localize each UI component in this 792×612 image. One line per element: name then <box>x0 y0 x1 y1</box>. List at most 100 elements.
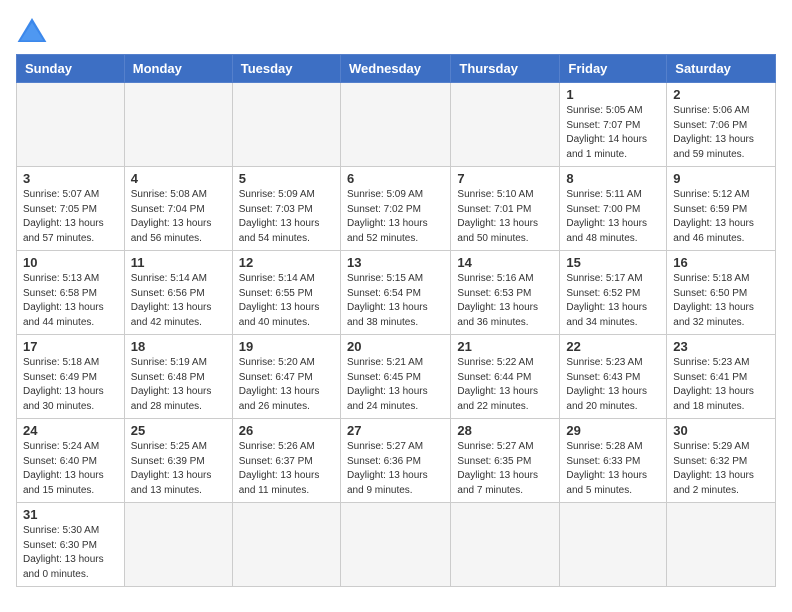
calendar-day-cell: 7 Sunrise: 5:10 AM Sunset: 7:01 PM Daylig… <box>451 167 560 251</box>
day-number: 29 <box>566 423 660 438</box>
day-info: Sunrise: 5:22 AM Sunset: 6:44 PM Dayligh… <box>457 356 553 414</box>
calendar-day-cell: 25Sunrise: 5:25 AM Sunset: 6:39 PM Dayli… <box>124 419 232 503</box>
calendar-day-cell: 27 Sunrise: 5:27 AM Sunset: 6:36 PM Dayli… <box>340 419 450 503</box>
day-info: Sunrise: 5:25 AM Sunset: 6:39 PM Dayligh… <box>131 440 226 498</box>
calendar-day-cell: 29Sunrise: 5:28 AM Sunset: 6:33 PM Dayli… <box>560 419 667 503</box>
weekday-header-sunday: Sunday <box>17 55 125 83</box>
calendar-day-cell: 31Sunrise: 5:30 AM Sunset: 6:30 PM Dayli… <box>17 503 125 587</box>
calendar-day-cell: 20 Sunrise: 5:21 AM Sunset: 6:45 PM Dayli… <box>340 335 450 419</box>
calendar-day-cell: 3Sunrise: 5:07 AM Sunset: 7:05 PM Daylig… <box>17 167 125 251</box>
day-info: Sunrise: 5:10 AM Sunset: 7:01 PM Dayligh… <box>457 188 553 246</box>
calendar-week-row: 24 Sunrise: 5:24 AM Sunset: 6:40 PM Dayli… <box>17 419 776 503</box>
day-number: 30 <box>673 423 769 438</box>
day-number: 7 <box>457 171 553 186</box>
day-number: 11 <box>131 255 226 270</box>
calendar-day-cell: 30 Sunrise: 5:29 AM Sunset: 6:32 PM Dayli… <box>667 419 776 503</box>
calendar-day-cell: 28 Sunrise: 5:27 AM Sunset: 6:35 PM Dayli… <box>451 419 560 503</box>
day-number: 17 <box>23 339 118 354</box>
day-number: 13 <box>347 255 444 270</box>
calendar-day-cell: 18Sunrise: 5:19 AM Sunset: 6:48 PM Dayli… <box>124 335 232 419</box>
calendar-day-cell <box>124 83 232 167</box>
day-number: 24 <box>23 423 118 438</box>
day-number: 2 <box>673 87 769 102</box>
day-number: 15 <box>566 255 660 270</box>
logo <box>16 16 52 44</box>
calendar-day-cell: 16 Sunrise: 5:18 AM Sunset: 6:50 PM Dayli… <box>667 251 776 335</box>
calendar-day-cell <box>667 503 776 587</box>
calendar-week-row: 31Sunrise: 5:30 AM Sunset: 6:30 PM Dayli… <box>17 503 776 587</box>
day-info: Sunrise: 5:05 AM Sunset: 7:07 PM Dayligh… <box>566 104 660 162</box>
weekday-header-row: SundayMondayTuesdayWednesdayThursdayFrid… <box>17 55 776 83</box>
calendar-day-cell <box>17 83 125 167</box>
day-info: Sunrise: 5:13 AM Sunset: 6:58 PM Dayligh… <box>23 272 118 330</box>
day-info: Sunrise: 5:21 AM Sunset: 6:45 PM Dayligh… <box>347 356 444 414</box>
calendar-week-row: 1 Sunrise: 5:05 AM Sunset: 7:07 PM Daylig… <box>17 83 776 167</box>
day-number: 8 <box>566 171 660 186</box>
day-info: Sunrise: 5:18 AM Sunset: 6:50 PM Dayligh… <box>673 272 769 330</box>
day-info: Sunrise: 5:24 AM Sunset: 6:40 PM Dayligh… <box>23 440 118 498</box>
day-info: Sunrise: 5:09 AM Sunset: 7:03 PM Dayligh… <box>239 188 334 246</box>
weekday-header-saturday: Saturday <box>667 55 776 83</box>
day-info: Sunrise: 5:14 AM Sunset: 6:55 PM Dayligh… <box>239 272 334 330</box>
calendar-day-cell: 15 Sunrise: 5:17 AM Sunset: 6:52 PM Dayli… <box>560 251 667 335</box>
day-number: 20 <box>347 339 444 354</box>
day-number: 27 <box>347 423 444 438</box>
day-info: Sunrise: 5:16 AM Sunset: 6:53 PM Dayligh… <box>457 272 553 330</box>
calendar-day-cell: 4 Sunrise: 5:08 AM Sunset: 7:04 PM Daylig… <box>124 167 232 251</box>
day-info: Sunrise: 5:17 AM Sunset: 6:52 PM Dayligh… <box>566 272 660 330</box>
day-number: 21 <box>457 339 553 354</box>
calendar-day-cell: 1 Sunrise: 5:05 AM Sunset: 7:07 PM Daylig… <box>560 83 667 167</box>
calendar-day-cell <box>232 503 340 587</box>
day-number: 28 <box>457 423 553 438</box>
day-info: Sunrise: 5:27 AM Sunset: 6:36 PM Dayligh… <box>347 440 444 498</box>
weekday-header-monday: Monday <box>124 55 232 83</box>
day-number: 5 <box>239 171 334 186</box>
day-info: Sunrise: 5:18 AM Sunset: 6:49 PM Dayligh… <box>23 356 118 414</box>
day-info: Sunrise: 5:29 AM Sunset: 6:32 PM Dayligh… <box>673 440 769 498</box>
calendar-day-cell: 22 Sunrise: 5:23 AM Sunset: 6:43 PM Dayli… <box>560 335 667 419</box>
day-number: 3 <box>23 171 118 186</box>
calendar-day-cell <box>451 503 560 587</box>
day-number: 19 <box>239 339 334 354</box>
day-number: 12 <box>239 255 334 270</box>
calendar-day-cell: 14Sunrise: 5:16 AM Sunset: 6:53 PM Dayli… <box>451 251 560 335</box>
weekday-header-friday: Friday <box>560 55 667 83</box>
day-info: Sunrise: 5:09 AM Sunset: 7:02 PM Dayligh… <box>347 188 444 246</box>
day-number: 16 <box>673 255 769 270</box>
weekday-header-wednesday: Wednesday <box>340 55 450 83</box>
calendar-day-cell: 17 Sunrise: 5:18 AM Sunset: 6:49 PM Dayli… <box>17 335 125 419</box>
day-info: Sunrise: 5:20 AM Sunset: 6:47 PM Dayligh… <box>239 356 334 414</box>
day-number: 22 <box>566 339 660 354</box>
day-info: Sunrise: 5:23 AM Sunset: 6:41 PM Dayligh… <box>673 356 769 414</box>
calendar-day-cell: 8 Sunrise: 5:11 AM Sunset: 7:00 PM Daylig… <box>560 167 667 251</box>
day-number: 6 <box>347 171 444 186</box>
calendar-day-cell: 12 Sunrise: 5:14 AM Sunset: 6:55 PM Dayli… <box>232 251 340 335</box>
calendar-day-cell <box>560 503 667 587</box>
calendar-week-row: 3Sunrise: 5:07 AM Sunset: 7:05 PM Daylig… <box>17 167 776 251</box>
day-info: Sunrise: 5:23 AM Sunset: 6:43 PM Dayligh… <box>566 356 660 414</box>
calendar-day-cell: 6 Sunrise: 5:09 AM Sunset: 7:02 PM Daylig… <box>340 167 450 251</box>
day-info: Sunrise: 5:11 AM Sunset: 7:00 PM Dayligh… <box>566 188 660 246</box>
calendar-week-row: 10 Sunrise: 5:13 AM Sunset: 6:58 PM Dayli… <box>17 251 776 335</box>
calendar-day-cell <box>232 83 340 167</box>
calendar-day-cell <box>340 83 450 167</box>
calendar-day-cell: 26Sunrise: 5:26 AM Sunset: 6:37 PM Dayli… <box>232 419 340 503</box>
weekday-header-thursday: Thursday <box>451 55 560 83</box>
calendar-table: SundayMondayTuesdayWednesdayThursdayFrid… <box>16 54 776 587</box>
day-number: 31 <box>23 507 118 522</box>
day-number: 1 <box>566 87 660 102</box>
day-number: 9 <box>673 171 769 186</box>
weekday-header-tuesday: Tuesday <box>232 55 340 83</box>
calendar-day-cell <box>124 503 232 587</box>
day-info: Sunrise: 5:27 AM Sunset: 6:35 PM Dayligh… <box>457 440 553 498</box>
calendar-day-cell: 19 Sunrise: 5:20 AM Sunset: 6:47 PM Dayli… <box>232 335 340 419</box>
day-number: 10 <box>23 255 118 270</box>
day-info: Sunrise: 5:06 AM Sunset: 7:06 PM Dayligh… <box>673 104 769 162</box>
day-number: 18 <box>131 339 226 354</box>
day-number: 4 <box>131 171 226 186</box>
day-info: Sunrise: 5:08 AM Sunset: 7:04 PM Dayligh… <box>131 188 226 246</box>
page-header <box>16 16 776 44</box>
calendar-day-cell: 13Sunrise: 5:15 AM Sunset: 6:54 PM Dayli… <box>340 251 450 335</box>
calendar-day-cell: 24 Sunrise: 5:24 AM Sunset: 6:40 PM Dayli… <box>17 419 125 503</box>
calendar-day-cell: 2 Sunrise: 5:06 AM Sunset: 7:06 PM Daylig… <box>667 83 776 167</box>
